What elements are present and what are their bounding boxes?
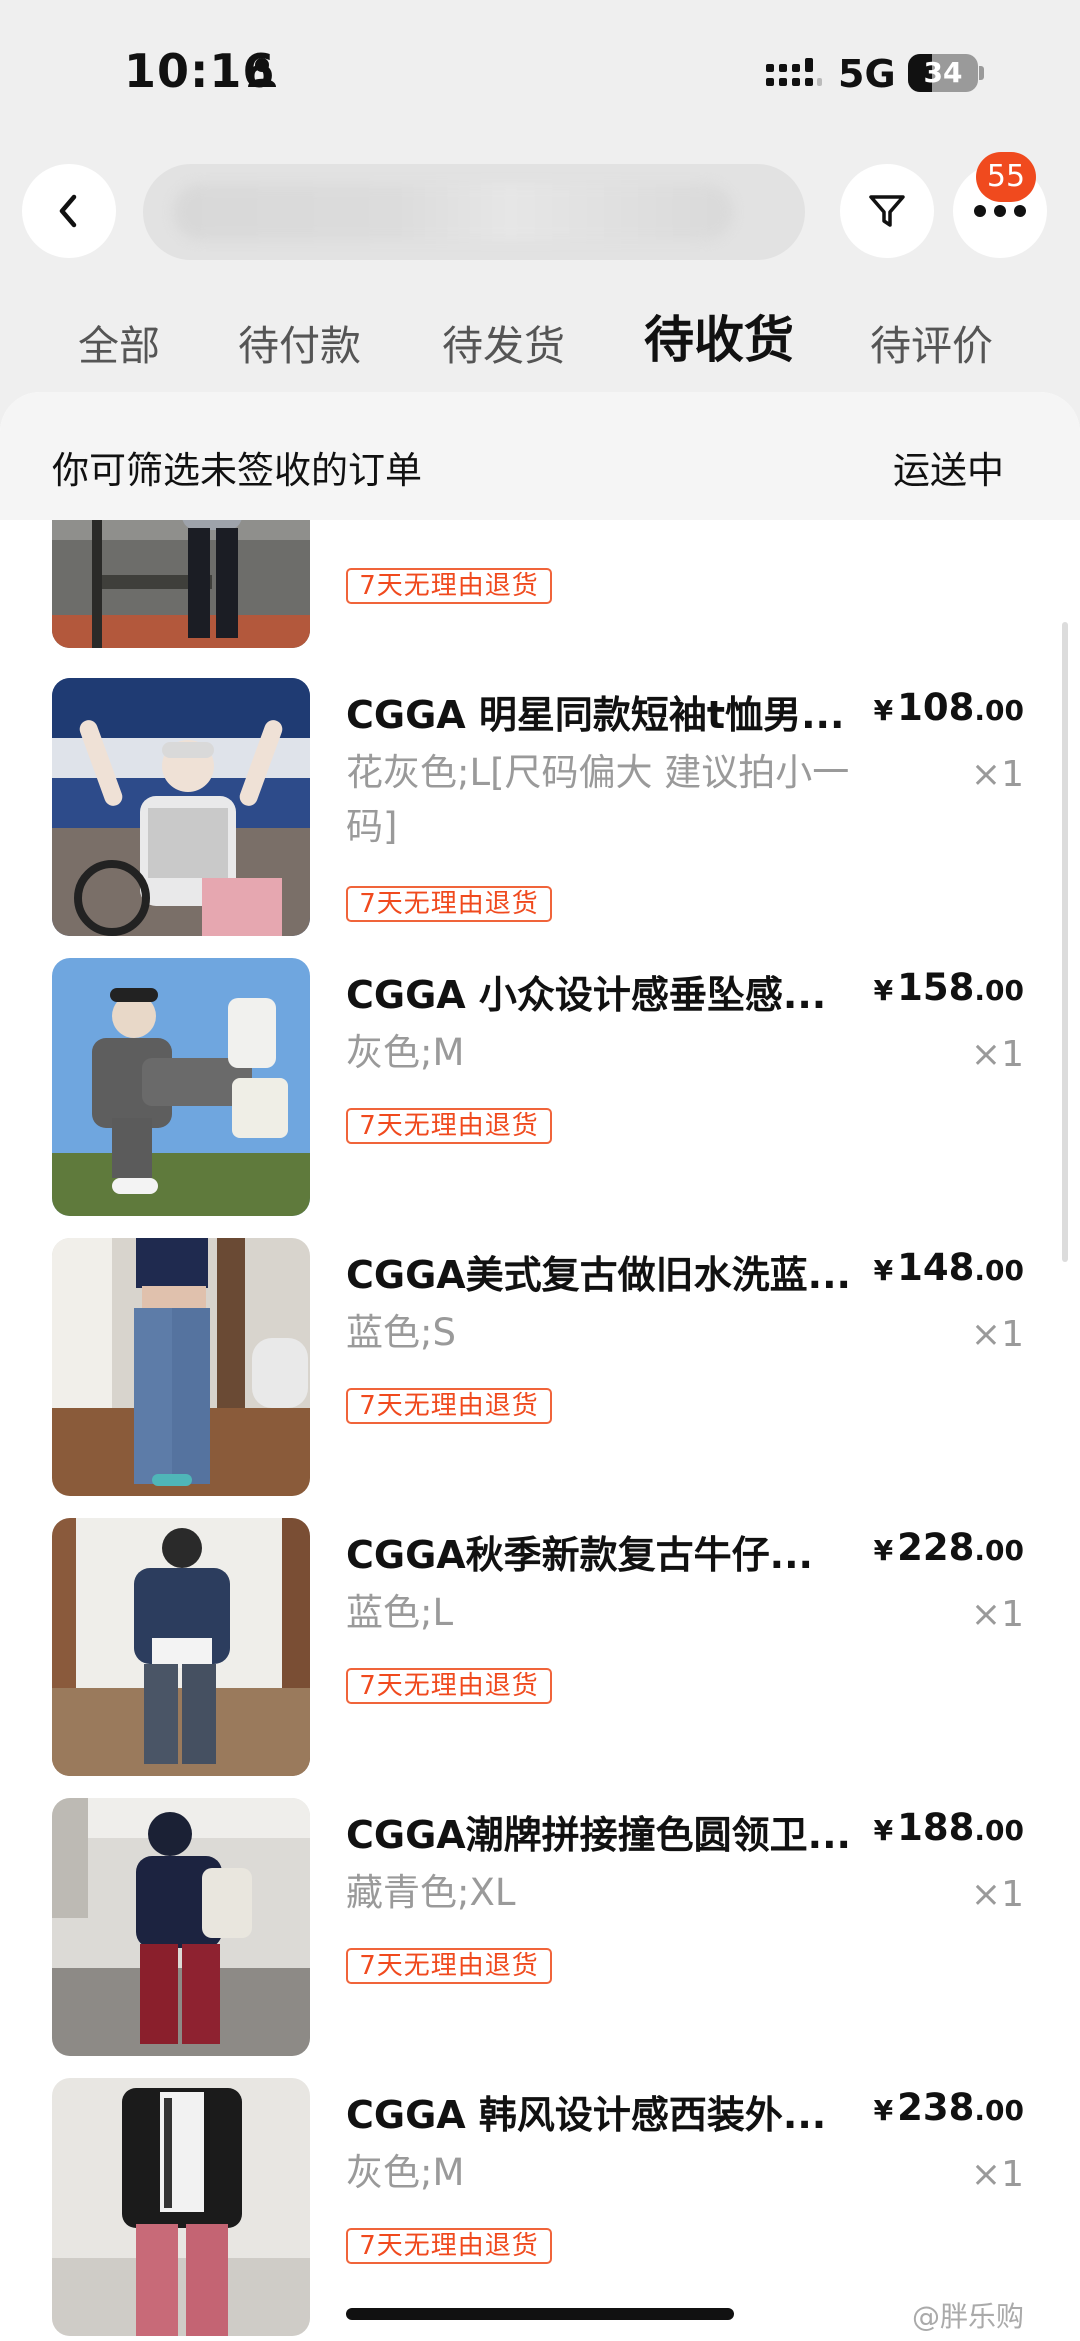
person-icon: [248, 58, 276, 87]
product-quantity: ×1: [970, 1314, 1024, 1355]
product-quantity: ×1: [970, 2154, 1024, 2195]
list-item[interactable]: CGGA美式复古做旧水洗蓝... ¥148.00 蓝色;S ×1 7天无理由退货: [0, 1238, 1080, 1518]
battery-icon: 34: [908, 54, 984, 92]
product-image: [52, 1518, 310, 1776]
product-price: ¥158.00: [873, 966, 1024, 1009]
list-item[interactable]: CGGA潮牌拼接撞色圆领卫... ¥188.00 藏青色;XL ×1 7天无理由…: [0, 1798, 1080, 2078]
product-quantity: ×1: [970, 1034, 1024, 1075]
return-policy-badge: 7天无理由退货: [346, 2228, 552, 2264]
product-quantity: ×1: [970, 1594, 1024, 1635]
product-quantity: ×1: [970, 1874, 1024, 1915]
tab-pending-shipment[interactable]: 待发货: [442, 312, 565, 372]
watermark: @胖乐购: [912, 2300, 1025, 2333]
list-item[interactable]: CGGA 明星同款短袖t恤男... ¥108.00 花灰色;L[尺码偏大 建议拍…: [0, 678, 1080, 958]
product-title[interactable]: CGGA 韩风设计感西装外...: [346, 2084, 876, 2139]
return-policy-badge: 7天无理由退货: [346, 886, 552, 922]
product-image: [52, 1798, 310, 2056]
product-price: ¥238.00: [873, 2086, 1024, 2129]
search-query-redacted: [173, 184, 733, 240]
product-image: [52, 678, 310, 936]
product-title[interactable]: CGGA 明星同款短袖t恤男...: [346, 684, 876, 739]
return-policy-badge: 7天无理由退货: [346, 1668, 552, 1704]
product-image: [52, 1238, 310, 1496]
battery-level: 34: [923, 56, 963, 89]
chevron-left-icon: [59, 194, 77, 228]
status-bar: 10:16 5G 34: [0, 0, 1080, 140]
product-image: [52, 958, 310, 1216]
filter-icon: [869, 195, 905, 227]
product-spec: 灰色;M: [346, 2151, 465, 2194]
tab-all[interactable]: 全部: [78, 312, 160, 372]
order-tabs: 全部 待付款 待发货 待收货 待评价: [0, 300, 1080, 380]
return-policy-badge: 7天无理由退货: [346, 1108, 552, 1144]
product-price: ¥148.00: [873, 1246, 1024, 1289]
product-price: ¥228.00: [873, 1526, 1024, 1569]
tab-pending-review[interactable]: 待评价: [870, 312, 993, 372]
order-panel: 你可筛选未签收的订单 运送中 7天无理由退货 CGGA 明星同款短袖t恤男...…: [0, 392, 1080, 2341]
return-policy-badge: 7天无理由退货: [346, 1388, 552, 1424]
return-policy-badge: 7天无理由退货: [346, 1948, 552, 1984]
home-indicator[interactable]: [346, 2308, 734, 2320]
product-price: ¥188.00: [873, 1806, 1024, 1849]
search-bar[interactable]: [143, 164, 805, 260]
notification-badge: 55: [976, 152, 1036, 202]
product-spec: 蓝色;S: [346, 1311, 456, 1354]
shipping-status-filter[interactable]: 运送中: [893, 440, 1004, 494]
tab-pending-payment[interactable]: 待付款: [238, 312, 361, 372]
product-image: [52, 2078, 310, 2336]
product-title[interactable]: CGGA潮牌拼接撞色圆领卫...: [346, 1804, 876, 1859]
filter-row: 你可筛选未签收的订单 运送中: [0, 392, 1080, 520]
product-spec: 花灰色;L[尺码偏大 建议拍小一码]: [346, 751, 850, 848]
product-title[interactable]: CGGA秋季新款复古牛仔...: [346, 1524, 876, 1579]
product-quantity: ×1: [970, 754, 1024, 795]
tab-pending-receipt[interactable]: 待收货: [644, 300, 794, 372]
list-item[interactable]: 7天无理由退货: [0, 520, 1080, 670]
filter-button[interactable]: [840, 164, 934, 258]
list-item[interactable]: CGGA秋季新款复古牛仔... ¥228.00 蓝色;L ×1 7天无理由退货: [0, 1518, 1080, 1798]
order-item-list: 7天无理由退货 CGGA 明星同款短袖t恤男... ¥ 108.00 花灰色;L…: [0, 520, 1080, 2341]
filter-hint: 你可筛选未签收的订单: [52, 449, 422, 492]
back-button[interactable]: [22, 164, 116, 258]
network-label: 5G: [838, 52, 896, 96]
product-spec: 藏青色;XL: [346, 1871, 516, 1914]
product-spec: 灰色;M: [346, 1031, 465, 1074]
product-title[interactable]: CGGA美式复古做旧水洗蓝...: [346, 1244, 876, 1299]
product-price: ¥108.00: [873, 686, 1024, 729]
list-item[interactable]: CGGA 小众设计感垂坠感... ¥158.00 灰色;M ×1 7天无理由退货: [0, 958, 1080, 1238]
more-dots-icon: [974, 205, 1026, 217]
product-spec: 蓝色;L: [346, 1591, 454, 1634]
return-policy-badge: 7天无理由退货: [346, 568, 552, 604]
product-title[interactable]: CGGA 小众设计感垂坠感...: [346, 964, 876, 1019]
signal-icon: [766, 58, 822, 86]
product-image: [52, 520, 310, 648]
scrollbar[interactable]: [1062, 622, 1068, 1262]
